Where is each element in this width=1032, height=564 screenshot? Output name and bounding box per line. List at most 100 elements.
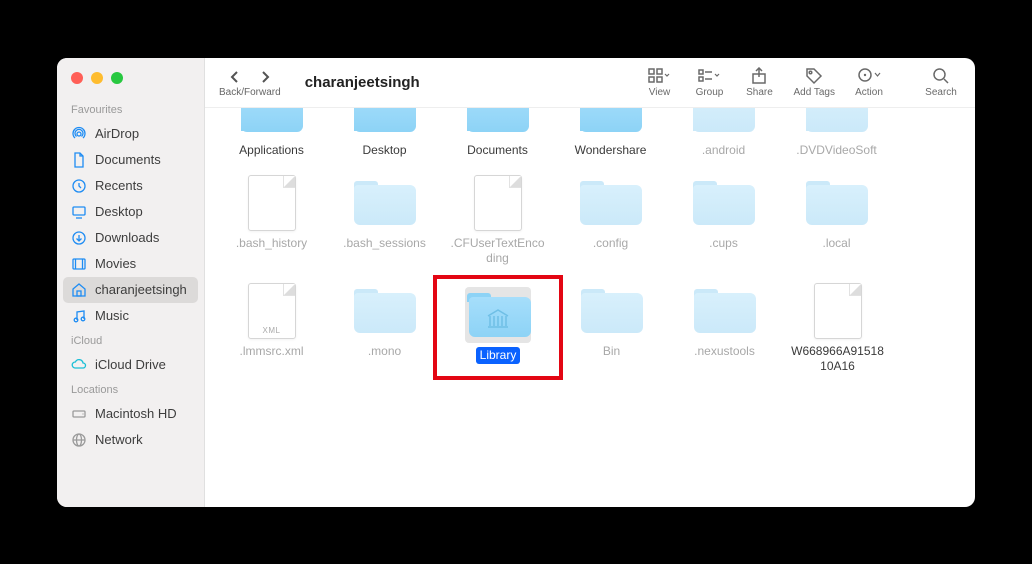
- action-button[interactable]: Action: [847, 66, 891, 98]
- sidebar-item-movies[interactable]: Movies: [57, 251, 204, 277]
- file-item--nexustools[interactable]: .nexustools: [668, 279, 781, 388]
- file-item--local[interactable]: .local: [780, 171, 893, 279]
- folder-icon: [352, 116, 418, 138]
- folder-icon: [691, 116, 757, 138]
- item-label: Documents: [463, 142, 532, 159]
- sidebar-item-network[interactable]: Network: [57, 427, 204, 453]
- sidebar-section-icloud: iCloud: [57, 329, 204, 352]
- item-label: W668966A9151810A16: [786, 343, 890, 375]
- file-item--android[interactable]: .android: [667, 112, 780, 171]
- sidebar-item-home[interactable]: charanjeetsingh: [63, 277, 198, 303]
- desktop-icon: [71, 204, 87, 220]
- file-item--cfusertextencoding[interactable]: .CFUserTextEncoding: [441, 171, 554, 279]
- file-icon: XML: [239, 283, 305, 339]
- sidebar-item-recents[interactable]: Recents: [57, 173, 204, 199]
- item-label: .config: [589, 235, 632, 252]
- file-item--dvdvideosoft[interactable]: .DVDVideoSoft: [780, 112, 893, 171]
- search-button[interactable]: Search: [919, 66, 963, 98]
- toolbar-label: Search: [925, 87, 957, 98]
- file-icon: [239, 175, 305, 231]
- toolbar-label: Action: [855, 87, 883, 98]
- sidebar-item-label: Downloads: [95, 230, 159, 245]
- folder-icon: [352, 175, 418, 231]
- add-tags-button[interactable]: Add Tags: [787, 66, 841, 98]
- item-label: .CFUserTextEncoding: [446, 235, 550, 267]
- share-button[interactable]: Share: [737, 66, 781, 98]
- item-label: Applications: [235, 142, 308, 159]
- folder-icon: [804, 175, 870, 231]
- sidebar-item-icloud-drive[interactable]: iCloud Drive: [57, 352, 204, 378]
- file-item-desktop[interactable]: Desktop: [328, 112, 441, 171]
- view-button[interactable]: View: [637, 66, 681, 98]
- item-label: Bin: [599, 343, 624, 360]
- documents-icon: [71, 152, 87, 168]
- sidebar-item-label: Desktop: [95, 204, 143, 219]
- folder-icon: [804, 116, 870, 138]
- file-item-bin[interactable]: Bin: [555, 279, 668, 388]
- item-label: .DVDVideoSoft: [792, 142, 881, 159]
- file-item-wondershare[interactable]: Wondershare: [554, 112, 667, 171]
- sidebar-item-label: Movies: [95, 256, 136, 271]
- action-icon: [857, 68, 881, 84]
- folder-icon: [352, 283, 418, 339]
- sidebar-item-macintosh-hd[interactable]: Macintosh HD: [57, 401, 204, 427]
- item-label: .bash_sessions: [339, 235, 430, 252]
- file-item--bash-history[interactable]: .bash_history: [215, 171, 328, 279]
- sidebar-item-label: Recents: [95, 178, 143, 193]
- chevron-left-icon: [229, 70, 241, 84]
- item-label: Library: [476, 347, 521, 364]
- sidebar-item-label: AirDrop: [95, 126, 139, 141]
- minimize-button[interactable]: [91, 72, 103, 84]
- sidebar-item-label: iCloud Drive: [95, 357, 166, 372]
- home-icon: [71, 282, 87, 298]
- group-button[interactable]: Group: [687, 66, 731, 98]
- item-label: Wondershare: [571, 142, 651, 159]
- folder-icon: [465, 116, 531, 138]
- search-icon: [932, 67, 950, 85]
- sidebar-item-desktop[interactable]: Desktop: [57, 199, 204, 225]
- sidebar-item-downloads[interactable]: Downloads: [57, 225, 204, 251]
- file-item--lmmsrc-xml[interactable]: XML .lmmsrc.xml: [215, 279, 328, 388]
- zoom-button[interactable]: [111, 72, 123, 84]
- movies-icon: [71, 256, 87, 272]
- toolbar-label: Group: [696, 87, 724, 98]
- tag-icon: [805, 67, 823, 85]
- nav-back-forward[interactable]: Back/Forward: [219, 67, 281, 98]
- music-icon: [71, 308, 87, 324]
- folder-icon: [579, 283, 645, 339]
- share-icon: [750, 67, 768, 85]
- file-item--bash-sessions[interactable]: .bash_sessions: [328, 171, 441, 279]
- window-title: charanjeetsingh: [295, 74, 420, 91]
- group-icon: [698, 68, 720, 84]
- item-label: .bash_history: [232, 235, 311, 252]
- file-icon: [805, 283, 871, 339]
- toolbar-label: Add Tags: [793, 87, 835, 98]
- file-item--config[interactable]: .config: [554, 171, 667, 279]
- item-label: .nexustools: [690, 343, 759, 360]
- close-button[interactable]: [71, 72, 83, 84]
- file-item--mono[interactable]: .mono: [328, 279, 441, 388]
- downloads-icon: [71, 230, 87, 246]
- item-label: .lmmsrc.xml: [236, 343, 308, 360]
- sidebar-item-music[interactable]: Music: [57, 303, 204, 329]
- file-item--cups[interactable]: .cups: [667, 171, 780, 279]
- network-icon: [71, 432, 87, 448]
- window-controls: [57, 72, 204, 98]
- file-item-documents[interactable]: Documents: [441, 112, 554, 171]
- item-label: .android: [698, 142, 749, 159]
- file-item-applications[interactable]: Applications: [215, 112, 328, 171]
- sidebar-item-airdrop[interactable]: AirDrop: [57, 121, 204, 147]
- item-label: .local: [818, 235, 854, 252]
- file-item-w668966a9151810a16[interactable]: W668966A9151810A16: [781, 279, 894, 388]
- grid-view-icon: [648, 68, 670, 84]
- airdrop-icon: [71, 126, 87, 142]
- sidebar-item-label: Music: [95, 308, 129, 323]
- icon-grid[interactable]: Applications Desktop Documents Wondershare.…: [205, 108, 975, 507]
- sidebar-item-documents[interactable]: Documents: [57, 147, 204, 173]
- item-label: .mono: [364, 343, 405, 360]
- item-label: Desktop: [358, 142, 410, 159]
- folder-icon: [465, 287, 531, 343]
- toolbar-label: View: [649, 87, 671, 98]
- file-item-library[interactable]: Library: [433, 275, 563, 380]
- toolbar: Back/Forward charanjeetsingh View Group …: [205, 58, 975, 108]
